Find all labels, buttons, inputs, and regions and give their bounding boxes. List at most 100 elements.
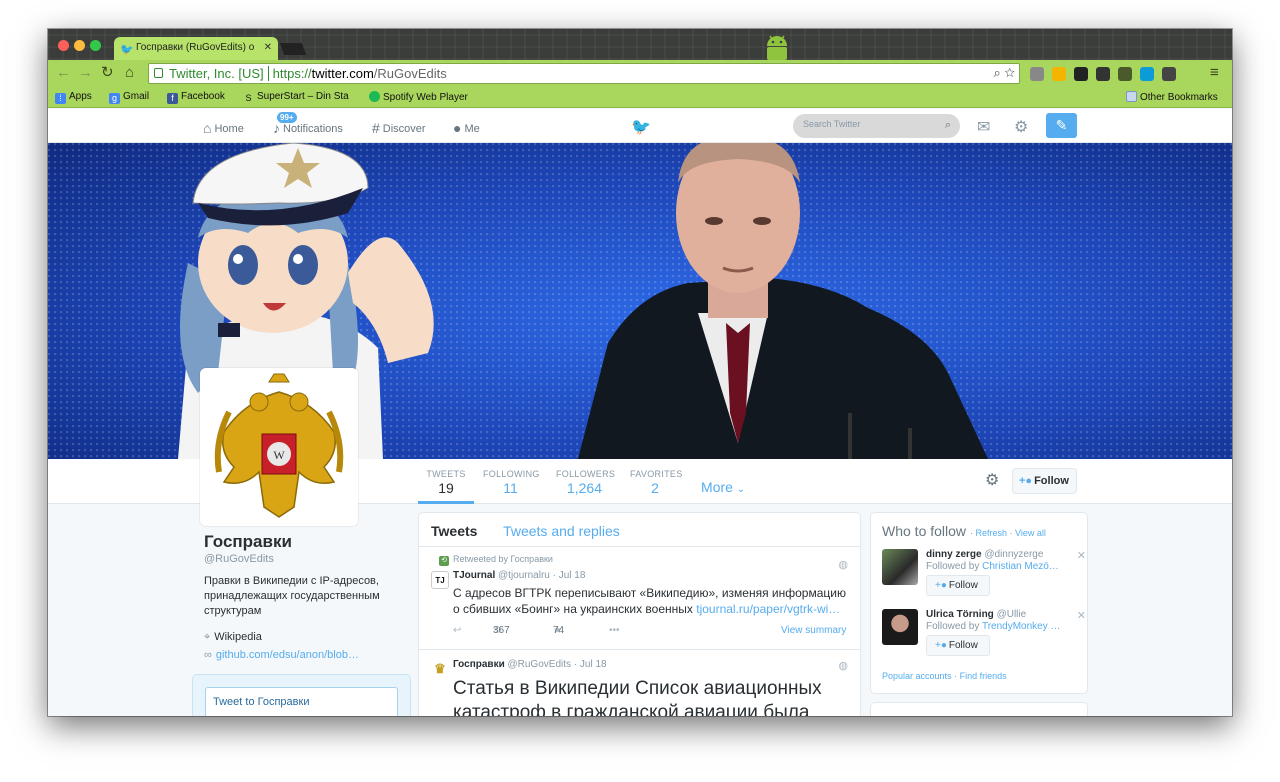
other-bookmarks[interactable]: Other Bookmarks — [1126, 91, 1218, 103]
tweet-avatar[interactable]: TJ — [431, 571, 449, 589]
address-bar[interactable]: Twitter, Inc. [US] https://twitter.com/Ru… — [148, 63, 1020, 84]
cast-extension-icon[interactable] — [1118, 67, 1132, 81]
close-tab-icon[interactable]: ✕ — [264, 42, 272, 53]
suggestion-avatar[interactable] — [882, 549, 918, 585]
suggestion-name[interactable]: Ulrica Törning @Ullie — [926, 609, 1026, 620]
reload-icon[interactable]: ↻ — [101, 65, 114, 81]
refresh-link[interactable]: Refresh — [975, 528, 1007, 538]
owl-extension-icon[interactable] — [1074, 67, 1088, 81]
tab-tweets-and-replies[interactable]: Tweets and replies — [503, 523, 620, 539]
man-in-suit-image — [578, 143, 988, 459]
back-arrow-icon[interactable]: ← — [56, 65, 71, 81]
tweet-to-input[interactable]: Tweet to Госправки — [205, 687, 398, 716]
search-input[interactable]: Search Twitter ⌕ — [793, 114, 960, 138]
tools-extension-icon[interactable] — [1096, 67, 1110, 81]
dismiss-icon[interactable]: ✕ — [1077, 549, 1086, 562]
follow-label: Follow — [948, 640, 978, 651]
suggestion-name[interactable]: dinny zerge @dinnyzerge — [926, 549, 1043, 560]
tweet-author[interactable]: Госправки — [453, 659, 505, 670]
messages-icon[interactable]: ✉ — [977, 117, 990, 137]
twitter-top-nav: ⌂ Home 99+ ♪ Notifications # Discover ● Me 🐦… — [48, 109, 1232, 143]
bookmark-facebook[interactable]: f Facebook — [167, 91, 225, 104]
stat-tweets[interactable]: TWEETS 19 — [418, 469, 474, 504]
view-summary-link[interactable]: View summary — [781, 625, 846, 636]
browser-tab[interactable]: 🐦 Госправки (RuGovEdits) o ✕ — [114, 37, 278, 61]
twitter-logo-icon[interactable]: 🐦 — [631, 117, 651, 137]
close-window-button[interactable] — [58, 40, 69, 51]
settings-gear-icon[interactable]: ⚙ — [1014, 117, 1028, 137]
new-tab-button[interactable] — [279, 43, 307, 55]
tweet-avatar[interactable]: ♛ — [431, 660, 449, 678]
tweet-item[interactable]: ⟲ Retweeted by Госправки TJ TJournal @tjo… — [419, 547, 860, 650]
followed-by-name[interactable]: TrendyMonkey … — [982, 621, 1061, 632]
followed-by-name[interactable]: Christian Mezö… — [982, 561, 1059, 572]
stat-value: 1,264 — [566, 480, 603, 496]
nav-me-label: Me — [464, 123, 480, 135]
bookmark-label: Apps — [69, 91, 92, 102]
zoom-icon[interactable]: ⌕ — [993, 65, 1000, 80]
menu-icon[interactable]: ≡ — [1210, 65, 1219, 81]
tweet-date[interactable]: · Jul 18 — [553, 570, 586, 581]
bookmark-star-icon[interactable]: ☆ — [1004, 65, 1015, 80]
view-all-link[interactable]: View all — [1015, 528, 1046, 538]
tweet-handle[interactable]: @tjournalru — [498, 570, 550, 581]
tweet-author[interactable]: TJournal — [453, 570, 495, 581]
more-actions-icon[interactable]: ••• — [609, 625, 620, 636]
stat-favorites[interactable]: FAVORITES 2 — [630, 469, 682, 496]
profile-gear-icon[interactable]: ⚙ — [985, 470, 999, 490]
add-user-icon: +● — [935, 580, 947, 591]
retweet-context: ⟲ Retweeted by Госправки — [439, 554, 553, 566]
profile-avatar[interactable]: W — [200, 368, 358, 526]
globe-icon: ◍ — [838, 660, 848, 672]
reply-icon[interactable]: ↩ — [453, 625, 461, 636]
follow-button[interactable]: +● Follow — [1012, 468, 1077, 494]
suggestion-follow-button[interactable]: +● Follow — [926, 635, 990, 656]
nav-notifications[interactable]: ♪ Notifications — [273, 120, 343, 136]
url-host: twitter.com — [311, 66, 374, 81]
home-icon[interactable]: ⌂ — [125, 65, 134, 81]
find-friends-link[interactable]: Find friends — [960, 671, 1007, 681]
compose-tweet-button[interactable]: ✎ — [1046, 113, 1077, 138]
retweet-count: 367 — [493, 625, 510, 636]
nav-me[interactable]: ● Me — [453, 120, 480, 136]
tweet-date[interactable]: · Jul 18 — [574, 659, 607, 670]
bell-icon: ♪ — [273, 120, 280, 136]
followed-by-prefix: Followed by — [926, 561, 980, 572]
bookmark-spotify[interactable]: Spotify Web Player — [369, 91, 468, 103]
add-user-icon: +● — [935, 640, 947, 651]
drive-extension-icon[interactable] — [1052, 67, 1066, 81]
minimize-window-button[interactable] — [74, 40, 85, 51]
zoom-window-button[interactable] — [90, 40, 101, 51]
m-extension-icon[interactable] — [1140, 67, 1154, 81]
bookmark-gmail[interactable]: g Gmail — [109, 91, 149, 104]
id-extension-icon[interactable] — [1162, 67, 1176, 81]
timeline: Tweets Tweets and replies ⟲ Retweeted by … — [418, 512, 861, 716]
tweet-handle[interactable]: @RuGovEdits — [508, 659, 572, 670]
suggestion-fullname: Ulrica Törning — [926, 609, 994, 620]
suggestion-follow-button[interactable]: +● Follow — [926, 575, 990, 596]
profile-website[interactable]: ∞ github.com/edsu/anon/blob… — [204, 646, 414, 664]
tab-tweets[interactable]: Tweets — [431, 523, 477, 539]
search-icon[interactable]: ⌕ — [945, 119, 951, 132]
tweet-link[interactable]: tjournal.ru/paper/vgtrk-wi… — [696, 602, 840, 616]
folder-icon — [1126, 91, 1137, 102]
website-link[interactable]: github.com/edsu/anon/blob… — [216, 649, 359, 661]
tweet-item[interactable]: ♛ Госправки @RuGovEdits · Jul 18 ◍ Стать… — [419, 650, 860, 716]
more-dropdown[interactable]: More ⌄ — [701, 479, 745, 495]
bookmark-apps[interactable]: ⁞ Apps — [55, 91, 92, 104]
bookmark-superstart[interactable]: S SuperStart – Din Sta — [243, 91, 353, 104]
nav-discover[interactable]: # Discover — [372, 120, 426, 136]
stat-followers[interactable]: FOLLOWERS 1,264 — [556, 469, 616, 496]
stat-label: FOLLOWERS — [556, 469, 616, 479]
follow-label: Follow — [1034, 475, 1069, 487]
popular-accounts-link[interactable]: Popular accounts — [882, 671, 952, 681]
dismiss-icon[interactable]: ✕ — [1077, 609, 1086, 622]
url-path: /RuGovEdits — [373, 66, 447, 81]
nav-home[interactable]: ⌂ Home — [203, 120, 244, 136]
profile-handle[interactable]: @RuGovEdits — [204, 553, 414, 565]
suggestion-avatar[interactable] — [882, 609, 918, 645]
profile-name[interactable]: Госправки — [204, 532, 414, 552]
forward-arrow-icon[interactable]: → — [78, 65, 93, 81]
stat-following[interactable]: FOLLOWING 11 — [483, 469, 539, 496]
mail-extension-icon[interactable] — [1030, 67, 1044, 81]
